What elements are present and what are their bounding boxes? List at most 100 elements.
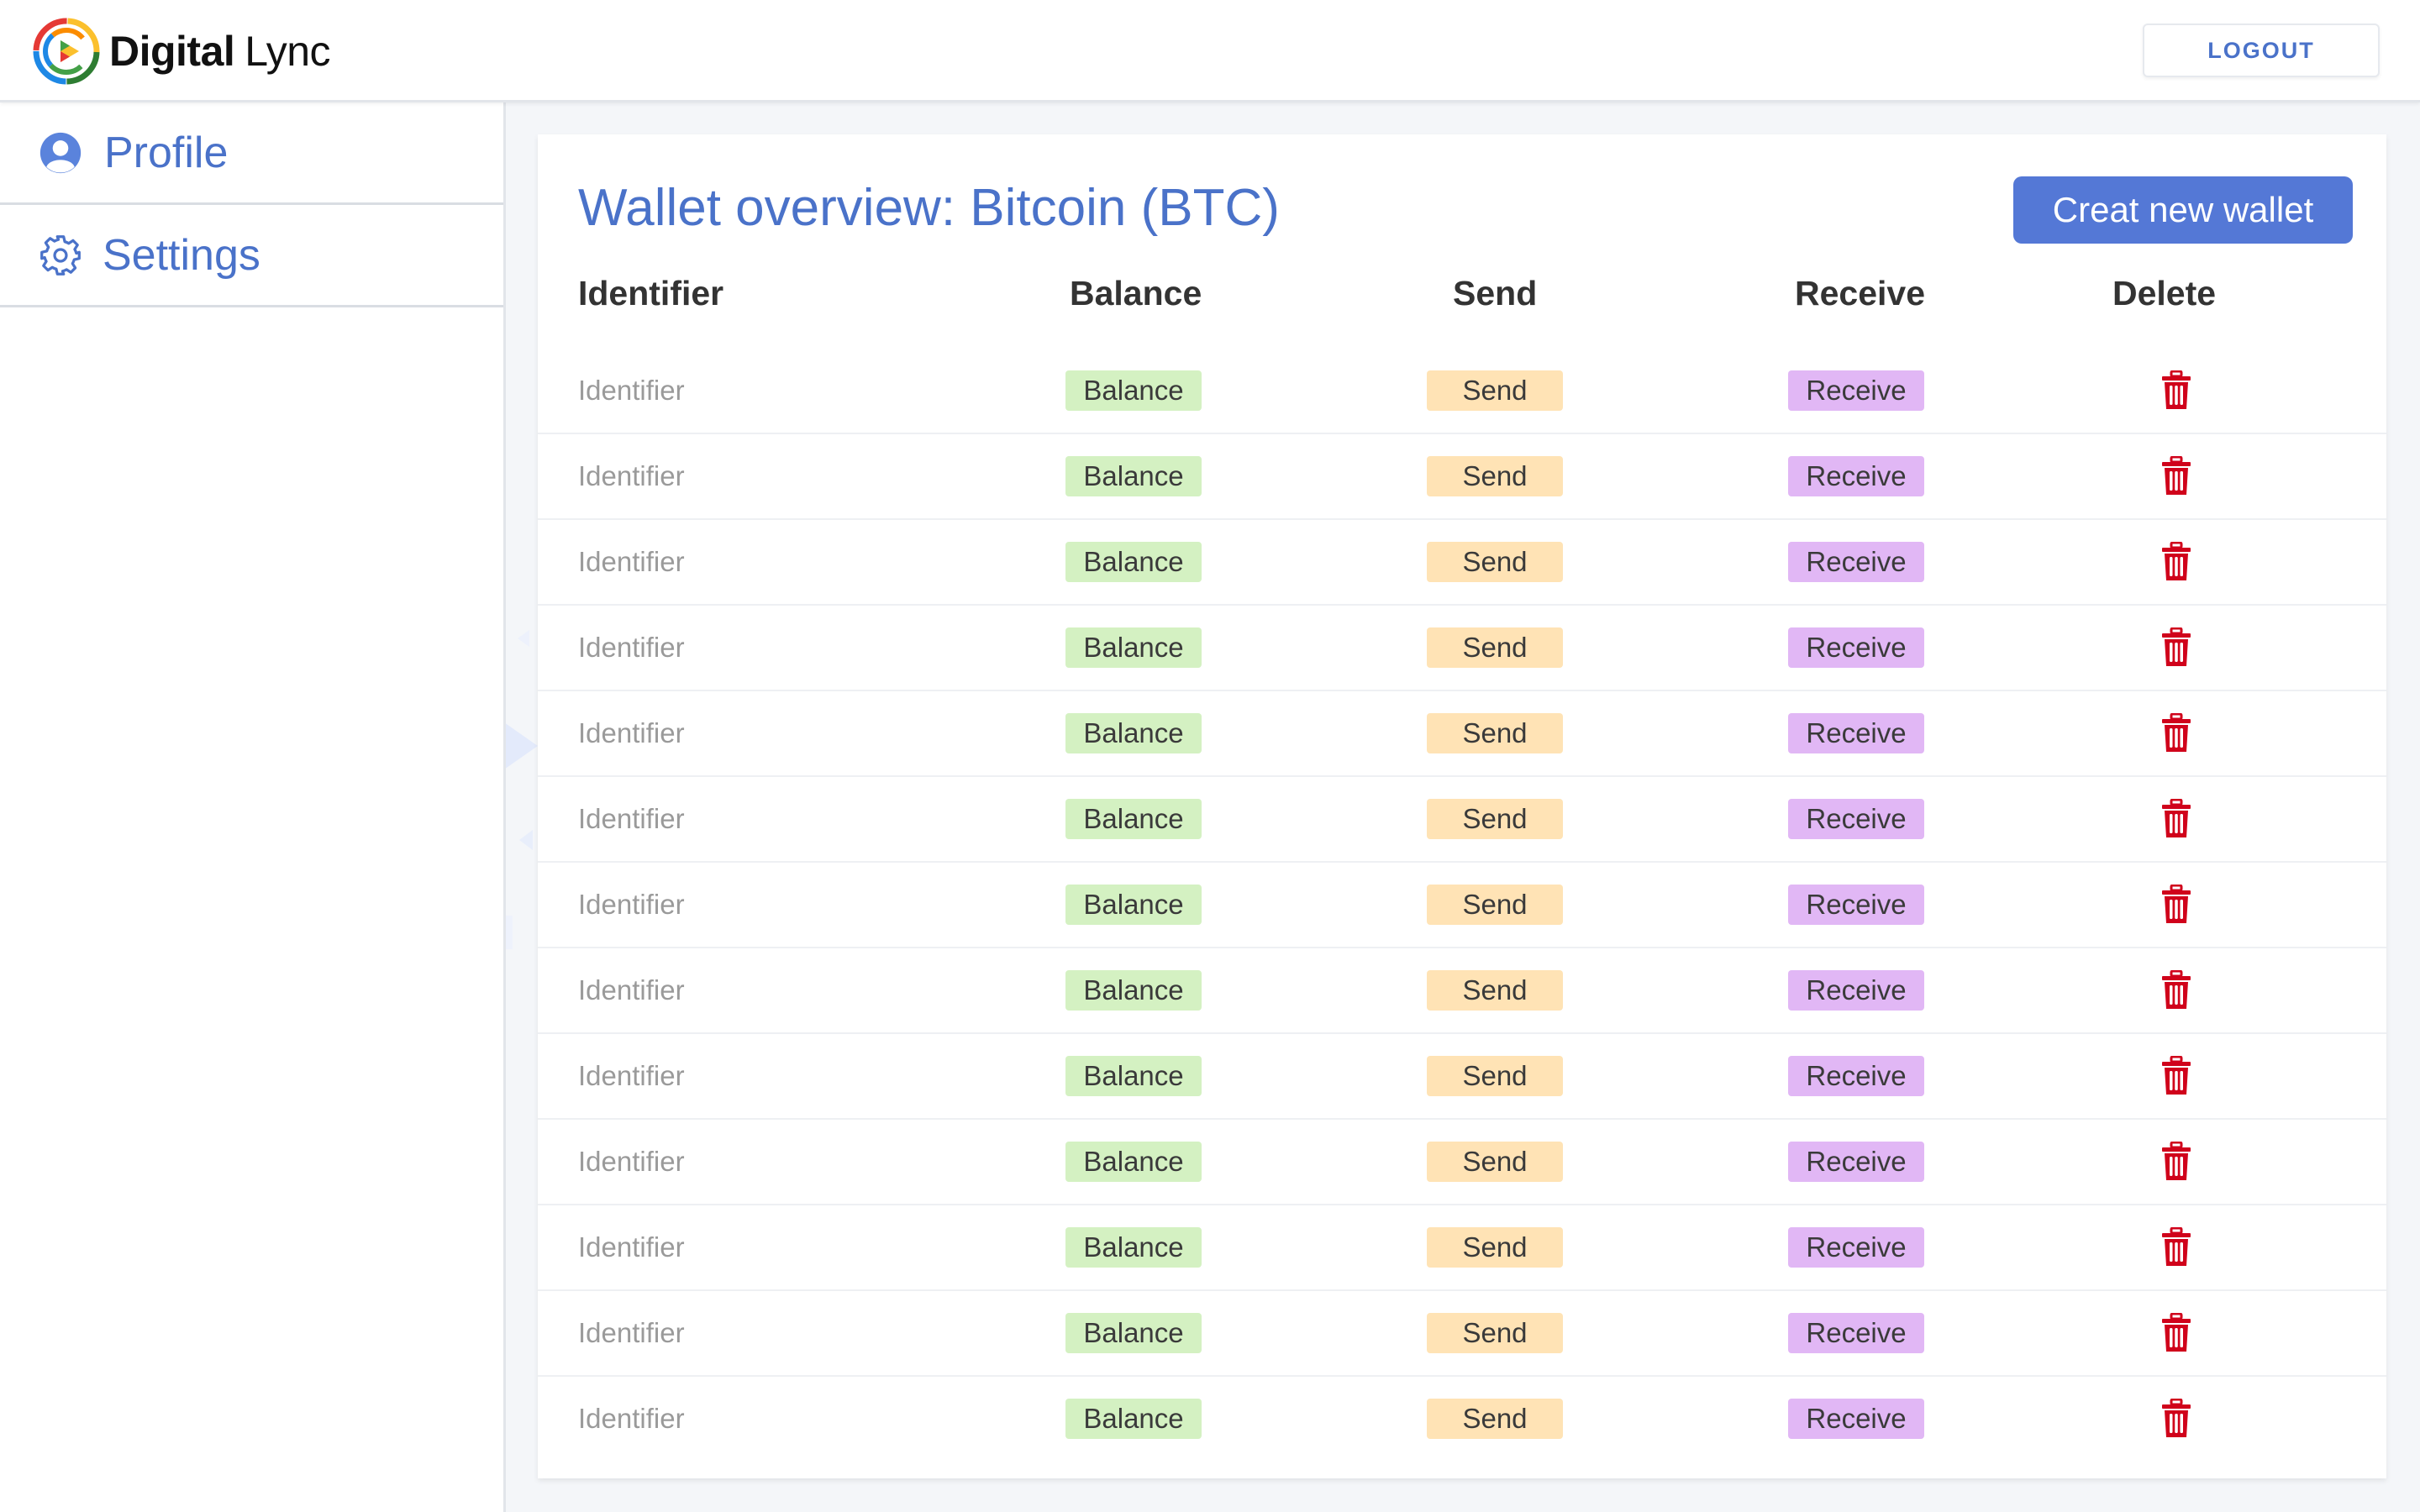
balance-cell: Balance [1065, 777, 1202, 861]
balance-badge[interactable]: Balance [1065, 1399, 1202, 1439]
table-row: Identifier Balance Send Receive [538, 606, 2386, 691]
balance-cell: Balance [1065, 948, 1202, 1032]
balance-badge[interactable]: Balance [1065, 713, 1202, 753]
receive-cell: Receive [1788, 1291, 1924, 1375]
trash-icon[interactable] [2160, 799, 2192, 839]
send-button[interactable]: Send [1427, 456, 1563, 496]
receive-cell: Receive [1788, 1120, 1924, 1204]
trash-icon[interactable] [2160, 1313, 2192, 1353]
logo[interactable]: Digital Lync [32, 17, 331, 86]
sidebar-item-label: Settings [103, 230, 260, 280]
trash-icon[interactable] [2160, 370, 2192, 411]
identifier-text: Identifier [578, 1403, 685, 1434]
trash-icon[interactable] [2160, 542, 2192, 582]
identifier-text: Identifier [578, 1317, 685, 1348]
balance-badge[interactable]: Balance [1065, 885, 1202, 925]
trash-icon[interactable] [2160, 1056, 2192, 1096]
identifier-cell: Identifier [578, 349, 685, 433]
send-cell: Send [1427, 1291, 1563, 1375]
receive-button[interactable]: Receive [1788, 456, 1924, 496]
page-title: Wallet overview: Bitcoin (BTC) [578, 179, 1280, 237]
create-wallet-button[interactable]: Creat new wallet [2013, 176, 2353, 244]
send-button[interactable]: Send [1427, 1056, 1563, 1096]
balance-badge[interactable]: Balance [1065, 1313, 1202, 1353]
send-button[interactable]: Send [1427, 370, 1563, 411]
delete-cell [2151, 948, 2202, 1032]
column-header-receive: Receive [1795, 274, 1926, 312]
balance-badge[interactable]: Balance [1065, 970, 1202, 1011]
receive-cell: Receive [1788, 777, 1924, 861]
table-row: Identifier Balance Send Receive [538, 349, 2386, 434]
identifier-cell: Identifier [578, 777, 685, 861]
receive-cell: Receive [1788, 520, 1924, 604]
trash-icon[interactable] [2160, 1227, 2192, 1268]
delete-cell [2151, 434, 2202, 518]
receive-cell: Receive [1788, 606, 1924, 690]
table-body: Identifier Balance Send Receive Identifi… [538, 349, 2386, 1462]
logout-button[interactable]: LOGOUT [2143, 24, 2380, 77]
receive-button[interactable]: Receive [1788, 1056, 1924, 1096]
delete-cell [2151, 1034, 2202, 1118]
trash-icon[interactable] [2160, 970, 2192, 1011]
identifier-cell: Identifier [578, 1120, 685, 1204]
balance-cell: Balance [1065, 1291, 1202, 1375]
receive-button[interactable]: Receive [1788, 627, 1924, 668]
receive-button[interactable]: Receive [1788, 1142, 1924, 1182]
delete-cell [2151, 606, 2202, 690]
send-button[interactable]: Send [1427, 627, 1563, 668]
send-button[interactable]: Send [1427, 1227, 1563, 1268]
receive-button[interactable]: Receive [1788, 799, 1924, 839]
balance-cell: Balance [1065, 691, 1202, 775]
sidebar-item-settings[interactable]: Settings [0, 205, 503, 307]
trash-icon[interactable] [2160, 1399, 2192, 1439]
receive-button[interactable]: Receive [1788, 885, 1924, 925]
delete-cell [2151, 863, 2202, 947]
sidebar-item-profile[interactable]: Profile [0, 102, 503, 205]
send-cell: Send [1427, 349, 1563, 433]
balance-badge[interactable]: Balance [1065, 627, 1202, 668]
trash-icon[interactable] [2160, 885, 2192, 925]
receive-button[interactable]: Receive [1788, 370, 1924, 411]
balance-cell: Balance [1065, 1120, 1202, 1204]
top-header: Digital Lync LOGOUT [0, 0, 2420, 102]
send-button[interactable]: Send [1427, 1313, 1563, 1353]
balance-badge[interactable]: Balance [1065, 542, 1202, 582]
balance-badge[interactable]: Balance [1065, 799, 1202, 839]
balance-badge[interactable]: Balance [1065, 1227, 1202, 1268]
wallet-table: Identifier Balance Send Receive Delete I… [538, 260, 2386, 1462]
table-row: Identifier Balance Send Receive [538, 948, 2386, 1034]
balance-badge[interactable]: Balance [1065, 1056, 1202, 1096]
send-button[interactable]: Send [1427, 885, 1563, 925]
send-button[interactable]: Send [1427, 799, 1563, 839]
trash-icon[interactable] [2160, 456, 2192, 496]
send-cell: Send [1427, 1120, 1563, 1204]
balance-cell: Balance [1065, 434, 1202, 518]
receive-button[interactable]: Receive [1788, 970, 1924, 1011]
receive-button[interactable]: Receive [1788, 1313, 1924, 1353]
send-button[interactable]: Send [1427, 542, 1563, 582]
trash-icon[interactable] [2160, 1142, 2192, 1182]
send-button[interactable]: Send [1427, 1142, 1563, 1182]
identifier-cell: Identifier [578, 606, 685, 690]
receive-cell: Receive [1788, 948, 1924, 1032]
table-row: Identifier Balance Send Receive [538, 1205, 2386, 1291]
receive-button[interactable]: Receive [1788, 542, 1924, 582]
send-button[interactable]: Send [1427, 1399, 1563, 1439]
send-button[interactable]: Send [1427, 970, 1563, 1011]
balance-badge[interactable]: Balance [1065, 456, 1202, 496]
delete-cell [2151, 691, 2202, 775]
table-row: Identifier Balance Send Receive [538, 863, 2386, 948]
receive-cell: Receive [1788, 434, 1924, 518]
receive-button[interactable]: Receive [1788, 1227, 1924, 1268]
trash-icon[interactable] [2160, 713, 2192, 753]
receive-button[interactable]: Receive [1788, 713, 1924, 753]
balance-badge[interactable]: Balance [1065, 1142, 1202, 1182]
delete-cell [2151, 1291, 2202, 1375]
send-button[interactable]: Send [1427, 713, 1563, 753]
receive-button[interactable]: Receive [1788, 1399, 1924, 1439]
trash-icon[interactable] [2160, 627, 2192, 668]
table-row: Identifier Balance Send Receive [538, 434, 2386, 520]
balance-badge[interactable]: Balance [1065, 370, 1202, 411]
identifier-cell: Identifier [578, 691, 685, 775]
wallet-overview-card: Wallet overview: Bitcoin (BTC) Creat new… [538, 134, 2386, 1478]
